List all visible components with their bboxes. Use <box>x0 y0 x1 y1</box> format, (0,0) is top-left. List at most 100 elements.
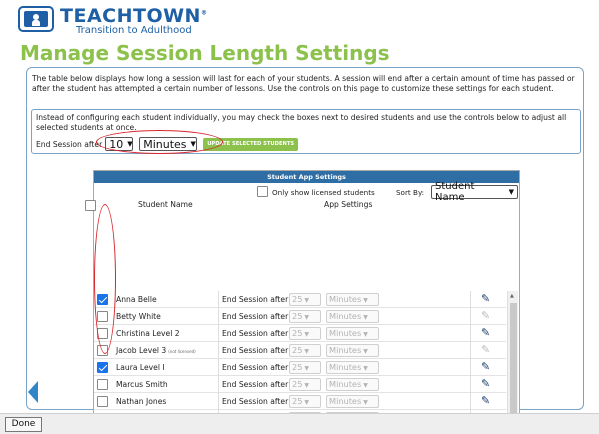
chevron-down-icon: ▼ <box>304 297 310 304</box>
student-name: Marcus Smith <box>116 380 170 389</box>
brand-subtitle: Transition to Adulthood <box>76 25 192 36</box>
row-select-checkbox[interactable] <box>97 379 108 390</box>
row-amount-value: 25 <box>292 379 303 389</box>
row-unit-select[interactable]: Minutes▼ <box>326 361 379 374</box>
end-session-label: End Session after <box>36 139 103 149</box>
row-amount-select[interactable]: 25▼ <box>289 344 321 357</box>
pencil-icon[interactable]: ✎ <box>481 361 490 373</box>
table-row: Marcus Smith End Session after 25 ▼ Minutes ▼… <box>94 376 506 393</box>
done-button[interactable]: Done <box>5 417 42 432</box>
column-divider <box>218 393 219 410</box>
sort-by-value: Student Name <box>435 181 475 203</box>
chevron-down-icon: ▼ <box>363 382 368 389</box>
row-amount-select[interactable]: 25▼ <box>289 361 321 374</box>
row-end-session-label: End Session after <box>222 346 289 355</box>
student-name-text: Christina Level 2 <box>116 329 180 338</box>
chevron-down-icon: ▼ <box>363 331 368 338</box>
row-end-session-label: End Session after <box>222 312 289 321</box>
column-divider <box>470 359 471 376</box>
row-end-session-label: End Session after <box>222 397 289 406</box>
teachtown-logo-icon <box>18 6 54 32</box>
chevron-down-icon: ▼ <box>363 365 368 372</box>
column-divider <box>470 393 471 410</box>
column-divider <box>218 308 219 325</box>
scrollbar-thumb[interactable] <box>510 303 517 413</box>
only-licensed-label: Only show licensed students <box>272 188 375 197</box>
bottom-bar: Done <box>0 413 599 434</box>
pencil-icon[interactable]: ✎ <box>481 310 490 322</box>
annotation-oval-bulk <box>96 130 223 154</box>
page: TEACHTOWN® Transition to Adulthood Manag… <box>0 0 599 434</box>
row-unit-value: Minutes <box>329 345 362 355</box>
only-licensed-checkbox[interactable] <box>257 186 268 197</box>
column-divider <box>470 342 471 359</box>
row-unit-value: Minutes <box>329 379 362 389</box>
row-amount-value: 25 <box>292 328 303 338</box>
row-amount-select[interactable]: 25▼ <box>289 293 321 306</box>
student-name-text: Marcus Smith <box>116 380 168 389</box>
column-divider <box>218 291 219 308</box>
license-note: (not licensed) <box>168 349 196 354</box>
table-row: Christina Level 2 End Session after 25 ▼ Min… <box>94 325 506 342</box>
table-row: Jacob Level 3 (not licensed) End Session a… <box>94 342 506 359</box>
column-student-name: Student Name <box>138 200 193 209</box>
row-unit-value: Minutes <box>329 328 362 338</box>
student-name: Nathan Jones <box>116 397 168 406</box>
row-unit-select[interactable]: Minutes▼ <box>326 395 379 408</box>
row-end-session-label: End Session after <box>222 380 289 389</box>
student-name: Christina Level 2 <box>116 329 182 338</box>
chevron-down-icon: ▼ <box>508 188 514 196</box>
row-unit-select[interactable]: Minutes▼ <box>326 378 379 391</box>
back-arrow-icon[interactable] <box>28 381 38 403</box>
chevron-down-icon: ▼ <box>304 382 310 389</box>
column-app-settings: App Settings <box>324 200 373 209</box>
chevron-down-icon: ▼ <box>363 348 368 355</box>
chevron-down-icon: ▼ <box>363 297 368 304</box>
row-end-session-label: End Session after <box>222 329 289 338</box>
table-row: Laura Level I End Session after 25 ▼ Minutes… <box>94 359 506 376</box>
column-divider <box>218 342 219 359</box>
pencil-icon[interactable]: ✎ <box>481 378 490 390</box>
row-amount-select[interactable]: 25▼ <box>289 310 321 323</box>
column-divider <box>218 325 219 342</box>
row-select-checkbox[interactable] <box>97 396 108 407</box>
row-unit-select[interactable]: Minutes▼ <box>326 293 379 306</box>
row-amount-value: 25 <box>292 362 303 372</box>
row-unit-select[interactable]: Minutes▼ <box>326 327 379 340</box>
column-divider <box>470 376 471 393</box>
column-divider <box>470 325 471 342</box>
chevron-down-icon: ▼ <box>363 399 368 406</box>
pencil-icon[interactable]: ✎ <box>481 293 490 305</box>
sort-by-select[interactable]: Student Name ▼ <box>431 181 518 203</box>
row-unit-value: Minutes <box>329 396 362 406</box>
pencil-icon[interactable]: ✎ <box>481 327 490 339</box>
row-select-checkbox[interactable] <box>97 362 108 373</box>
row-amount-select[interactable]: 25▼ <box>289 378 321 391</box>
page-title: Manage Session Length Settings <box>20 41 390 65</box>
row-end-session-label: End Session after <box>222 295 289 304</box>
row-unit-value: Minutes <box>329 362 362 372</box>
student-name: Laura Level I <box>116 363 167 372</box>
column-divider <box>218 376 219 393</box>
sort-by-label: Sort By: <box>396 188 425 197</box>
column-divider <box>470 308 471 325</box>
table-row: Betty White End Session after 25 ▼ Minutes ▼ ✎ <box>94 308 506 325</box>
chevron-down-icon: ▼ <box>304 348 310 355</box>
table-scrollbar[interactable]: ▲ ▼ <box>507 291 518 428</box>
row-unit-value: Minutes <box>329 311 362 321</box>
row-unit-select[interactable]: Minutes▼ <box>326 344 379 357</box>
pencil-icon[interactable]: ✎ <box>481 395 490 407</box>
student-name-text: Betty White <box>116 312 161 321</box>
row-unit-select[interactable]: Minutes▼ <box>326 310 379 323</box>
row-amount-select[interactable]: 25▼ <box>289 327 321 340</box>
table-options: Only show licensed students Sort By: Stu… <box>94 181 519 203</box>
select-all-checkbox[interactable] <box>85 200 96 211</box>
chevron-down-icon: ▼ <box>304 331 310 338</box>
main-panel: The table below displays how long a sess… <box>26 67 584 428</box>
chevron-down-icon: ▼ <box>304 365 310 372</box>
student-name: Jacob Level 3 (not licensed) <box>116 346 196 355</box>
chevron-down-icon: ▼ <box>304 314 310 321</box>
row-amount-select[interactable]: 25▼ <box>289 395 321 408</box>
pencil-icon[interactable]: ✎ <box>481 344 490 356</box>
scroll-up-icon[interactable]: ▲ <box>510 293 514 299</box>
